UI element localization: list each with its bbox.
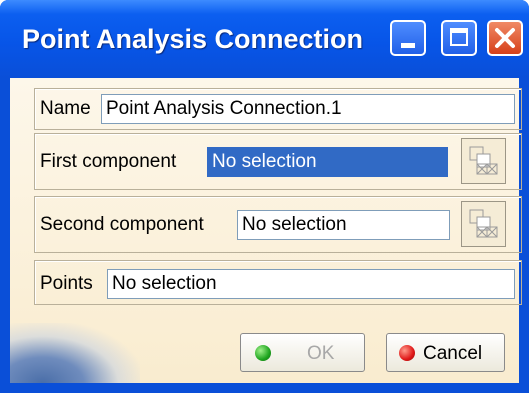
minimize-button[interactable] bbox=[390, 20, 426, 56]
second-component-select-button[interactable] bbox=[461, 201, 506, 247]
points-label: Points bbox=[40, 273, 93, 294]
catia-logo-swoosh bbox=[10, 323, 140, 383]
dialog-window: Point Analysis Connection Name Point Ana… bbox=[0, 0, 529, 393]
multi-selection-icon bbox=[469, 146, 498, 175]
first-component-row: First component No selection bbox=[34, 133, 522, 190]
name-label: Name bbox=[40, 98, 91, 119]
first-component-field[interactable]: No selection bbox=[207, 147, 448, 177]
ok-button[interactable]: OK bbox=[240, 333, 365, 372]
second-component-field[interactable]: No selection bbox=[237, 210, 450, 240]
name-field[interactable]: Point Analysis Connection.1 bbox=[101, 94, 515, 124]
second-component-row: Second component No selection bbox=[34, 196, 522, 253]
maximize-button[interactable] bbox=[441, 20, 477, 56]
points-field[interactable]: No selection bbox=[107, 269, 515, 299]
points-row: Points No selection bbox=[34, 260, 522, 305]
cancel-label: Cancel bbox=[423, 343, 483, 364]
minimize-icon bbox=[401, 43, 415, 48]
green-ball-icon bbox=[255, 345, 271, 361]
multi-selection-icon bbox=[469, 209, 498, 238]
second-component-label: Second component bbox=[40, 214, 204, 235]
first-component-select-button[interactable] bbox=[461, 138, 506, 184]
maximize-icon bbox=[450, 28, 468, 46]
window-title: Point Analysis Connection bbox=[22, 24, 364, 54]
red-ball-icon bbox=[399, 345, 415, 361]
close-button[interactable] bbox=[487, 20, 523, 56]
ok-label: OK bbox=[307, 343, 335, 364]
first-component-label: First component bbox=[40, 151, 177, 172]
close-icon bbox=[495, 28, 515, 48]
dialog-body: Name Point Analysis Connection.1 First c… bbox=[10, 78, 522, 383]
cancel-button[interactable]: Cancel bbox=[386, 333, 505, 372]
title-bar[interactable]: Point Analysis Connection bbox=[0, 0, 529, 78]
name-row: Name Point Analysis Connection.1 bbox=[34, 88, 522, 130]
